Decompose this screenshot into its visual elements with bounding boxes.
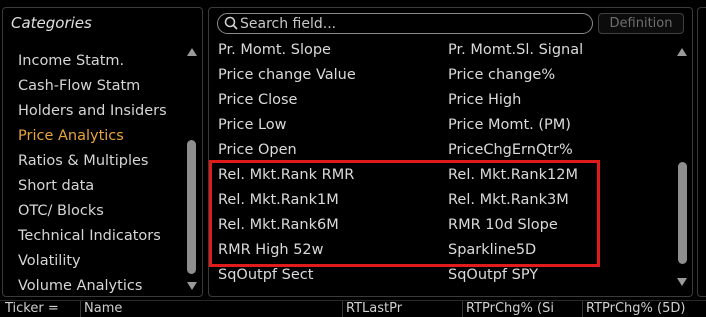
category-item-active[interactable]: Price Analytics <box>18 126 167 151</box>
field-item[interactable]: SqOutpf SPY <box>448 265 538 285</box>
field-item[interactable]: Price change% <box>448 65 555 85</box>
category-item[interactable]: Cash-Flow Statm <box>18 76 167 101</box>
category-item[interactable]: Ratios & Multiples <box>18 151 167 176</box>
field-row: Pr. Momt. Slope Pr. Momt.Sl. Signal <box>218 38 678 63</box>
category-list: Income Statm. Cash-Flow Statm Holders an… <box>18 51 167 301</box>
search-field-box[interactable] <box>217 13 593 34</box>
field-item[interactable]: Price High <box>448 90 521 110</box>
category-item[interactable]: Volume Analytics <box>18 276 167 301</box>
field-row: Price Low Price Momt. (PM) <box>218 113 678 138</box>
scroll-up-arrow-icon[interactable] <box>187 48 197 56</box>
category-item[interactable]: OTC/ Blocks <box>18 201 167 226</box>
category-item[interactable]: Technical Indicators <box>18 226 167 251</box>
column-header-name[interactable]: Name <box>80 301 122 317</box>
categories-title: Categories <box>11 14 92 32</box>
highlight-box <box>209 160 600 267</box>
category-item[interactable]: Volatility <box>18 251 167 276</box>
grid-column-header: Ticker = Name RTLastPr RTPrChg% (Si RTPr… <box>0 300 706 317</box>
field-row: Price Close Price High <box>218 88 678 113</box>
field-item[interactable]: PriceChgErnQtr% <box>448 140 573 160</box>
scroll-down-arrow-icon[interactable] <box>187 282 197 290</box>
column-header-rtprchg-si[interactable]: RTPrChg% (Si <box>462 301 554 317</box>
column-header-ticker[interactable]: Ticker = <box>2 301 59 317</box>
field-item[interactable]: Pr. Momt. Slope <box>218 40 331 60</box>
scrollbar-thumb[interactable] <box>678 162 687 264</box>
categories-panel: Categories Income Statm. Cash-Flow Statm… <box>2 7 203 297</box>
search-icon <box>224 16 238 30</box>
scrollbar-thumb[interactable] <box>187 140 196 274</box>
field-row: Price change Value Price change% <box>218 63 678 88</box>
category-item[interactable]: Income Statm. <box>18 51 167 76</box>
field-item[interactable]: Price Open <box>218 140 297 160</box>
field-item[interactable]: Price Momt. (PM) <box>448 115 571 135</box>
field-item[interactable]: Pr. Momt.Sl. Signal <box>448 40 583 60</box>
category-item[interactable]: Short data <box>18 176 167 201</box>
field-item[interactable]: Price Low <box>218 115 287 135</box>
column-header-rtlastpr[interactable]: RTLastPr <box>342 301 402 317</box>
adjacent-panel-edge <box>697 7 706 297</box>
field-item[interactable]: SqOutpf Sect <box>218 265 313 285</box>
field-item[interactable]: Price change Value <box>218 65 356 85</box>
field-item[interactable]: Price Close <box>218 90 297 110</box>
search-input[interactable] <box>240 14 580 33</box>
scroll-up-arrow-icon[interactable] <box>677 48 687 56</box>
column-header-rtprchg-5d[interactable]: RTPrChg% (5D) <box>582 301 685 317</box>
scroll-down-arrow-icon[interactable] <box>677 278 687 286</box>
definition-button[interactable]: Definition <box>598 13 684 34</box>
category-item[interactable]: Holders and Insiders <box>18 101 167 126</box>
